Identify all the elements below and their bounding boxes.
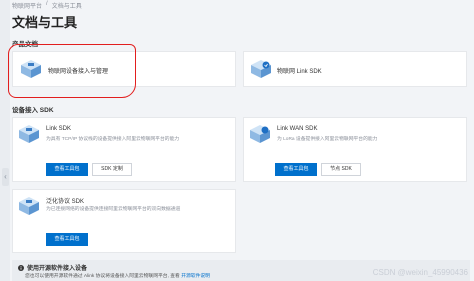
notice-desc-text: 您也可以使用开源软件通过 Alink 协议将设备接入阿里云物联网平台, 查看 — [25, 274, 180, 279]
cube-cloud-icon — [249, 124, 271, 144]
notice-title: 使用开源软件接入设备 — [18, 263, 87, 272]
breadcrumb-parent[interactable]: 物联网平台 — [12, 1, 42, 10]
doc-card-link-sdk[interactable]: 物联网 Link SDK — [243, 51, 467, 87]
sdk-card-generic-protocol: 泛化协议 SDK 为已连接网络的设备提供连接阿里云物联网平台的双向数据通道 查看… — [12, 189, 236, 253]
view-toolkit-button[interactable]: 查看工具包 — [46, 163, 88, 176]
cube-device-icon — [18, 124, 40, 144]
watermark: CSDN @weixin_45990436 — [372, 268, 468, 277]
view-toolkit-button[interactable]: 查看工具包 — [275, 163, 317, 176]
open-source-doc-link[interactable]: 开源软件说明 — [181, 274, 210, 279]
notice-title-text: 使用开源软件接入设备 — [27, 266, 88, 272]
cube-device-icon — [18, 196, 40, 216]
breadcrumb-separator: / — [46, 1, 48, 7]
sdk-card-link-sdk: Link SDK 为具有 TCP/IP 协议栈的设备提供接入阿里云物联网平台的能… — [12, 117, 236, 182]
sdk-card-desc: 为 LoRa 设备提供接入阿里云物联网平台的能力 — [277, 137, 378, 142]
section-title-device-access: 设备接入 SDK — [12, 107, 54, 114]
sdk-card-title: Link WAN SDK — [277, 126, 318, 132]
sidebar-collapse-handle[interactable]: ‹ — [2, 168, 9, 186]
sdk-customize-button[interactable]: SDK 定制 — [92, 163, 132, 176]
view-toolkit-button[interactable]: 查看工具包 — [46, 233, 88, 246]
left-gutter — [0, 0, 10, 281]
sdk-card-desc: 为具有 TCP/IP 协议栈的设备提供接入阿里云物联网平台的能力 — [46, 137, 180, 142]
sdk-card-title: 泛化协议 SDK — [46, 199, 85, 205]
breadcrumb: 物联网平台 / 文档与工具 — [12, 1, 82, 10]
sdk-card-desc: 为已连接网络的设备提供连接阿里云物联网平台的双向数据通道 — [46, 207, 181, 212]
page-title: 文档与工具 — [12, 15, 78, 30]
cube-cloud-icon — [250, 59, 272, 79]
info-icon — [18, 264, 24, 271]
notice-desc: 您也可以使用开源软件通过 Alink 协议将设备接入阿里云物联网平台, 查看 开… — [25, 272, 210, 279]
doc-card-title: 物联网 Link SDK — [277, 69, 322, 75]
sdk-card-title: Link SDK — [46, 126, 72, 132]
breadcrumb-current: 文档与工具 — [51, 4, 82, 10]
sdk-card-link-wan-sdk: Link WAN SDK 为 LoRa 设备提供接入阿里云物联网平台的能力 查看… — [243, 117, 467, 182]
node-sdk-button[interactable]: 节点 SDK — [321, 163, 361, 176]
highlight-annotation — [8, 44, 136, 98]
